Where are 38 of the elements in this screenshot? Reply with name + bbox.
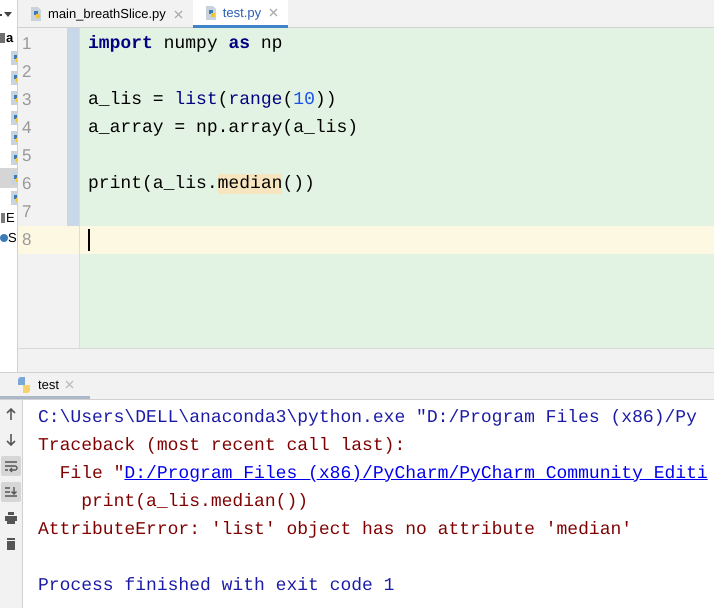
tree-item[interactable]: [0, 168, 17, 188]
console-text: C:\Users\DELL\anaconda3\python.exe "D:/Program Files (x86)/Py: [38, 406, 697, 430]
console-text: AttributeError: 'list' object has no attribute 'median': [38, 518, 632, 542]
folder-icon: [0, 32, 6, 44]
library-icon: [0, 212, 6, 224]
console-text: File ": [58, 462, 124, 486]
console-text: Process finished with exit code 1: [38, 574, 394, 598]
soft-wrap-icon[interactable]: [1, 456, 21, 476]
tree-label: E: [6, 209, 15, 228]
code-line: import numpy as np: [88, 32, 282, 56]
line-number: 8: [18, 226, 79, 254]
tree-label: S: [8, 229, 17, 248]
editor-tab[interactable]: test.py: [192, 0, 288, 28]
python-file-icon: [28, 6, 44, 22]
line-number: 3: [21, 89, 32, 112]
run-tab[interactable]: test: [0, 373, 90, 399]
tree-item[interactable]: a: [0, 28, 17, 48]
line-number: 7: [21, 201, 32, 224]
line-number: 1: [21, 33, 32, 56]
code-line: a_array = np.array(a_lis): [88, 116, 358, 140]
scratch-icon: [0, 232, 8, 244]
tree-item[interactable]: E: [0, 208, 17, 228]
line-number: 5: [21, 145, 32, 168]
line-number: 6: [21, 173, 32, 196]
code-line: print(a_lis.median()): [88, 172, 315, 196]
editor-tab[interactable]: main_breathSlice.py: [18, 0, 193, 28]
scroll-to-end-icon[interactable]: [1, 482, 21, 502]
console-text: Traceback (most recent call last):: [38, 434, 406, 458]
code-line: a_lis = list(range(10)): [88, 88, 336, 112]
python-logo-icon: [16, 376, 32, 392]
file-link[interactable]: D:/Program Files (x86)/PyCharm/PyCharm Community Editi: [124, 460, 708, 488]
close-icon[interactable]: [269, 8, 278, 17]
line-number: 2: [21, 61, 32, 84]
console-text: print(a_lis.median()): [80, 490, 308, 514]
tree-label: a: [6, 29, 14, 48]
tree-item[interactable]: S: [0, 228, 17, 248]
text-cursor: [88, 229, 90, 251]
line-number: 4: [21, 117, 32, 140]
